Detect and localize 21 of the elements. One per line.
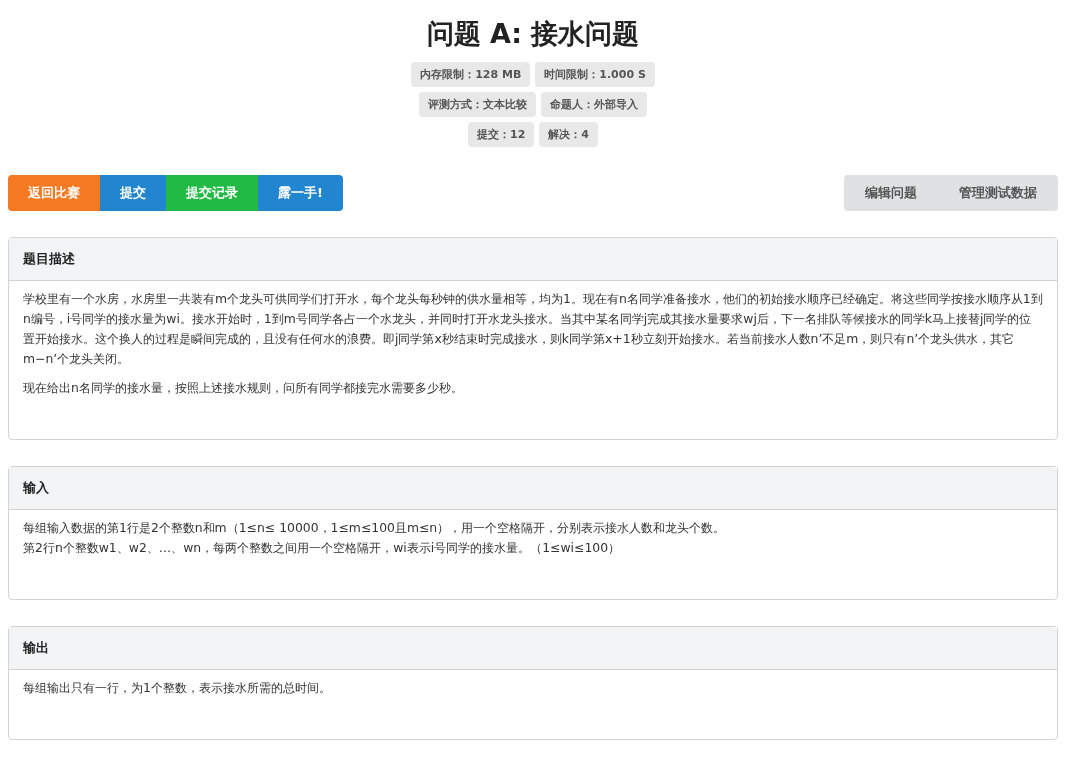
section-text: 第2行n个整数w1、w2、…、wn，每两个整数之间用一个空格隔开，wi表示i号同学的接水量。（1≤wi≤100）: [23, 540, 621, 555]
admin-button[interactable]: 管理测试数据: [938, 175, 1058, 211]
action-button[interactable]: 提交记录: [166, 175, 258, 211]
info-label: 评测方式：文本比较: [419, 92, 536, 117]
problem-title: 问题 A: 接水问题: [426, 17, 640, 51]
admin-button[interactable]: 编辑问题: [844, 175, 938, 211]
action-button[interactable]: 提交: [100, 175, 166, 211]
section-text: 学校里有一个水房，水房里一共装有m个龙头可供同学们打开水，每个龙头每秒钟的供水量相等，均为1。现在有n名同学准备接水，他们的初始接水顺序已经确定。将这些同学按接水顺序从1到n编号，i号同学的接水量为wi。接水开始时，1到m号同学各占一个水龙头，并同时打开水龙头接水。当其中某名同学j完成其接水量要求wj后，下一名排队等候接水的同学k马上接替j同学的位置开始接水。这个换人的过程是瞬间完成的，且没有任何水的浪费。即j同学第x秒结束时完成接水，则k同学第x+1秒立刻开始接水。若当前接水人数n’不足m，则只有n’个龙头供水，其它m−n’个龙头关闭。: [23, 291, 1043, 366]
section-text: 每组输出只有一行，为1个整数，表示接水所需的总时间。: [23, 680, 331, 695]
info-label: 解决：4: [539, 122, 598, 147]
section-text: 现在给出n名同学的接水量，按照上述接水规则，问所有同学都接完水需要多少秒。: [23, 380, 463, 395]
info-label: 内存限制：128 MB: [411, 62, 531, 87]
info-label: 提交：12: [468, 122, 535, 147]
action-button[interactable]: 返回比赛: [8, 175, 100, 211]
action-button[interactable]: 露一手!: [258, 175, 343, 211]
section-text: 每组输入数据的第1行是2个整数n和m（1≤n≤ 10000，1≤m≤100且m≤n），用一个空格隔开，分别表示接水人数和龙头个数。: [23, 520, 726, 535]
section-heading: 输入: [9, 467, 1057, 510]
info-label: 命题人：外部导入: [541, 92, 647, 117]
section-heading: 输出: [9, 627, 1057, 670]
section-heading: 题目描述: [9, 238, 1057, 281]
info-label: 时间限制：1.000 S: [535, 62, 655, 87]
